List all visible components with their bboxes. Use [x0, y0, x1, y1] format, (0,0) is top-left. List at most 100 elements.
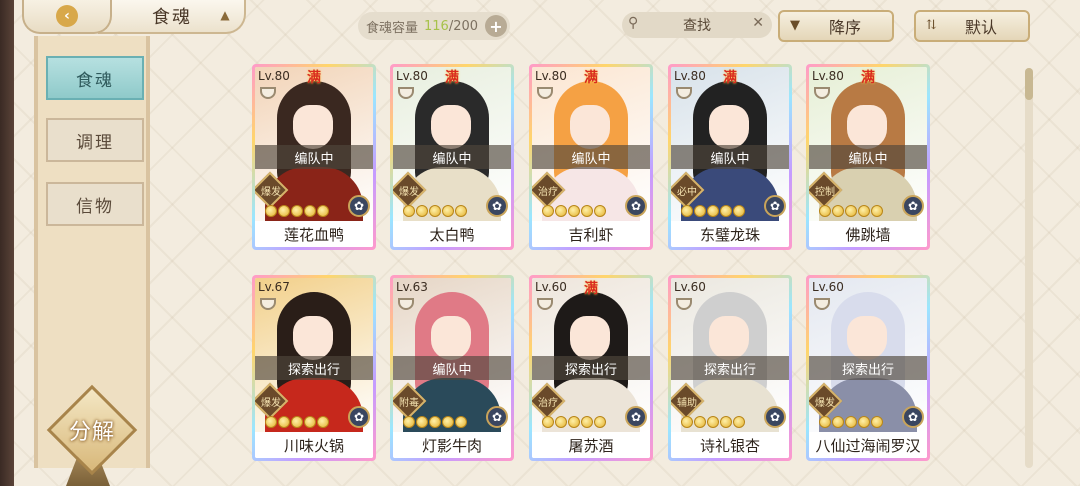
card-name: 灯影牛肉: [393, 432, 511, 458]
star-rating: [265, 205, 329, 219]
star-icon: [265, 416, 277, 428]
food-soul-card[interactable]: Lv.80 满编队中 控制 ✿ 佛跳墙: [806, 64, 930, 250]
food-soul-card[interactable]: Lv.67 探索出行 爆发 ✿ 川味火锅: [252, 275, 376, 461]
card-level: Lv.80: [535, 69, 567, 83]
food-soul-card[interactable]: Lv.80 满编队中 必中 ✿ 东璧龙珠: [668, 64, 792, 250]
card-body: Lv.63 编队中 附毒 ✿ 灯影牛肉: [393, 278, 511, 458]
star-icon: [819, 205, 831, 217]
star-icon: [291, 205, 303, 217]
flower-emblem-icon: ✿: [348, 406, 370, 428]
star-icon: [681, 416, 693, 428]
food-soul-card[interactable]: Lv.63 编队中 附毒 ✿ 灯影牛肉: [390, 275, 514, 461]
left-edge-strip: [0, 0, 14, 486]
food-soul-card[interactable]: Lv.60 探索出行 爆发 ✿ 八仙过海闹罗汉: [806, 275, 930, 461]
scrollbar-thumb[interactable]: [1025, 68, 1033, 100]
flower-emblem-icon: ✿: [486, 195, 508, 217]
portrait-face: [570, 105, 610, 149]
capacity-display: 食魂容量 116 /200 +: [358, 12, 510, 40]
card-status: 探索出行: [671, 356, 789, 380]
triangle-down-icon: ▼: [790, 18, 800, 33]
portrait-face: [293, 316, 333, 360]
sort-mode-button[interactable]: ⇅ 默认: [914, 10, 1030, 42]
card-level: Lv.80: [674, 69, 706, 83]
capacity-current: 116: [424, 18, 449, 34]
card-role: 爆发: [261, 398, 281, 409]
max-level-badge: 满: [445, 70, 459, 86]
star-icon: [707, 416, 719, 428]
card-status: 编队中: [393, 145, 511, 169]
card-level: Lv.80: [258, 69, 290, 83]
card-body: Lv.80 满编队中 控制 ✿ 佛跳墙: [809, 67, 927, 247]
card-body: Lv.80 满编队中 治疗 ✿ 吉利虾: [532, 67, 650, 247]
sort-order-button[interactable]: ▼ 降序: [778, 10, 894, 42]
sidebar-tab-label: 调理: [76, 132, 114, 153]
star-icon: [858, 205, 870, 217]
clear-icon[interactable]: ✕: [752, 15, 764, 31]
portrait-face: [847, 316, 887, 360]
card-role: 治疗: [538, 187, 558, 198]
star-rating: [819, 416, 883, 430]
back-button[interactable]: ‹: [22, 0, 112, 34]
max-level-badge: [303, 278, 325, 300]
star-icon: [291, 416, 303, 428]
star-icon: [416, 416, 428, 428]
card-status: 编队中: [671, 145, 789, 169]
star-icon: [568, 416, 580, 428]
star-icon: [555, 416, 567, 428]
max-level-badge: 满: [584, 281, 598, 297]
star-icon: [542, 205, 554, 217]
decompose-button[interactable]: 分解: [44, 382, 140, 478]
star-icon: [442, 205, 454, 217]
max-level-badge: 满: [307, 70, 321, 86]
star-icon: [832, 205, 844, 217]
back-arrow-icon: ‹: [56, 5, 78, 27]
card-level: Lv.67: [258, 280, 290, 294]
scrollbar-track[interactable]: [1025, 68, 1033, 468]
card-level: Lv.60: [535, 280, 567, 294]
star-icon: [455, 205, 467, 217]
portrait-face: [431, 316, 471, 360]
food-soul-card[interactable]: Lv.80 满编队中 爆发 ✿ 莲花血鸭: [252, 64, 376, 250]
star-icon: [581, 416, 593, 428]
food-soul-card[interactable]: Lv.60 满探索出行 治疗 ✿ 屠苏酒: [529, 275, 653, 461]
card-body: Lv.60 探索出行 爆发 ✿ 八仙过海闹罗汉: [809, 278, 927, 458]
sidebar-tab-conditioning[interactable]: 调理: [46, 118, 144, 162]
star-rating: [542, 205, 606, 219]
star-icon: [733, 416, 745, 428]
food-soul-card[interactable]: Lv.80 满编队中 爆发 ✿ 太白鸭: [390, 64, 514, 250]
card-body: Lv.60 探索出行 辅助 ✿ 诗礼银杏: [671, 278, 789, 458]
card-name: 佛跳墙: [809, 221, 927, 247]
star-icon: [707, 205, 719, 217]
star-icon: [429, 416, 441, 428]
add-capacity-button[interactable]: +: [485, 15, 507, 37]
flower-emblem-icon: ✿: [764, 195, 786, 217]
star-icon: [720, 205, 732, 217]
page-title: 食魂: [152, 7, 192, 28]
star-rating: [681, 416, 745, 430]
flower-emblem-icon: ✿: [625, 406, 647, 428]
star-icon: [845, 416, 857, 428]
sidebar-tab-token[interactable]: 信物: [46, 182, 144, 226]
search-input[interactable]: ⚲ 查找 ✕: [622, 12, 772, 38]
portrait-face: [709, 316, 749, 360]
sidebar-tab-food-soul[interactable]: 食魂: [46, 56, 144, 100]
star-icon: [720, 416, 732, 428]
star-rating: [819, 205, 883, 219]
capacity-max: /200: [448, 18, 479, 34]
capacity-label: 食魂容量: [366, 20, 419, 36]
max-level-badge: 满: [861, 70, 875, 86]
star-icon: [694, 205, 706, 217]
card-status: 探索出行: [809, 356, 927, 380]
star-icon: [429, 205, 441, 217]
card-role: 爆发: [261, 187, 281, 198]
sort-mode-label: 默认: [964, 18, 997, 37]
flower-emblem-icon: ✿: [348, 195, 370, 217]
portrait-face: [847, 105, 887, 149]
star-icon: [871, 205, 883, 217]
card-body: Lv.80 满编队中 必中 ✿ 东璧龙珠: [671, 67, 789, 247]
food-soul-card[interactable]: Lv.80 满编队中 治疗 ✿ 吉利虾: [529, 64, 653, 250]
food-soul-card[interactable]: Lv.60 探索出行 辅助 ✿ 诗礼银杏: [668, 275, 792, 461]
card-role: 辅助: [677, 398, 697, 409]
card-role: 控制: [815, 187, 835, 198]
star-icon: [317, 205, 329, 217]
